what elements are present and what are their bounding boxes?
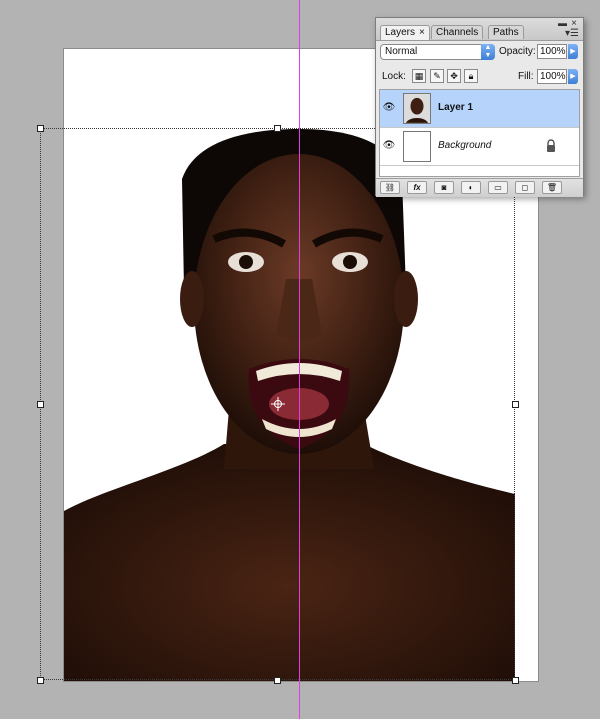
group-folder-icon[interactable]: ▭ xyxy=(488,181,508,194)
layers-palette: Layers × Channels Paths ▬ × ▾☰ Normal ▲ ▼ … xyxy=(375,17,584,197)
layer-row-background[interactable]: 👁︎ Background xyxy=(380,128,579,166)
transform-handle-bottom-right[interactable] xyxy=(512,677,519,684)
palette-menu-icon[interactable]: ▾☰ xyxy=(565,28,579,39)
lock-all-icon[interactable]: 🔒︎ xyxy=(464,69,478,83)
layer-lock-icon xyxy=(547,139,555,152)
vertical-guide[interactable] xyxy=(299,0,300,719)
blend-mode-stepper-icon[interactable]: ▲ ▼ xyxy=(481,44,495,60)
transform-pivot-icon[interactable] xyxy=(271,397,285,411)
blend-mode-value: Normal xyxy=(385,46,418,57)
palette-tab-bar: Layers × Channels Paths ▬ × ▾☰ xyxy=(376,18,583,41)
transform-handle-bottom-center[interactable] xyxy=(274,677,281,684)
tab-label: Paths xyxy=(493,27,519,38)
close-tab-icon[interactable]: × xyxy=(419,27,425,38)
transform-handle-middle-right[interactable] xyxy=(512,401,519,408)
link-layers-icon[interactable]: ⛓ xyxy=(380,181,400,194)
transform-handle-top-left[interactable] xyxy=(37,125,44,132)
fill-field[interactable]: 100% xyxy=(537,69,567,84)
palette-bottom-toolbar: ⛓ fx ◙ ◐ ▭ ◻ 🗑︎ xyxy=(376,178,583,197)
tab-layers[interactable]: Layers × xyxy=(380,25,430,40)
opacity-slider-arrow-icon[interactable]: ▶ xyxy=(568,44,578,59)
layers-list: 👁︎ Layer 1 👁︎ Background xyxy=(379,89,580,177)
layer-name[interactable]: Layer 1 xyxy=(438,102,473,113)
lock-label: Lock: xyxy=(382,71,406,82)
eye-visibility-icon[interactable]: 👁︎ xyxy=(382,101,396,115)
fx-button[interactable]: fx xyxy=(407,181,427,194)
layer-row-layer-1[interactable]: 👁︎ Layer 1 xyxy=(380,90,579,128)
layer-thumbnail xyxy=(403,93,431,124)
trash-icon[interactable]: 🗑︎ xyxy=(542,181,562,194)
tab-paths[interactable]: Paths xyxy=(488,25,524,39)
layer-thumbnail xyxy=(403,131,431,162)
tab-channels[interactable]: Channels xyxy=(431,25,484,39)
add-mask-icon[interactable]: ◙ xyxy=(434,181,454,194)
fx-label: fx xyxy=(413,183,421,192)
eye-visibility-icon[interactable]: 👁︎ xyxy=(382,139,396,153)
transform-handle-bottom-left[interactable] xyxy=(37,677,44,684)
lock-position-move-icon[interactable]: ✥ xyxy=(447,69,461,83)
transform-handle-middle-left[interactable] xyxy=(37,401,44,408)
blend-mode-select[interactable]: Normal ▲ ▼ xyxy=(380,44,495,60)
opacity-field[interactable]: 100% xyxy=(537,44,567,59)
opacity-label: Opacity: xyxy=(499,46,536,57)
layer-name[interactable]: Background xyxy=(438,140,491,151)
fill-slider-arrow-icon[interactable]: ▶ xyxy=(568,69,578,84)
transform-handle-top-center[interactable] xyxy=(274,125,281,132)
lock-transparency-icon[interactable]: ▦ xyxy=(412,69,426,83)
lock-image-brush-icon[interactable]: ✎ xyxy=(430,69,444,83)
new-layer-icon[interactable]: ◻ xyxy=(515,181,535,194)
fill-label: Fill: xyxy=(518,71,534,82)
tab-label: Layers xyxy=(385,27,416,38)
tab-label: Channels xyxy=(436,27,479,38)
collapse-palette-icon[interactable]: ▬ xyxy=(558,18,567,28)
adjustment-layer-icon[interactable]: ◐ xyxy=(461,181,481,194)
